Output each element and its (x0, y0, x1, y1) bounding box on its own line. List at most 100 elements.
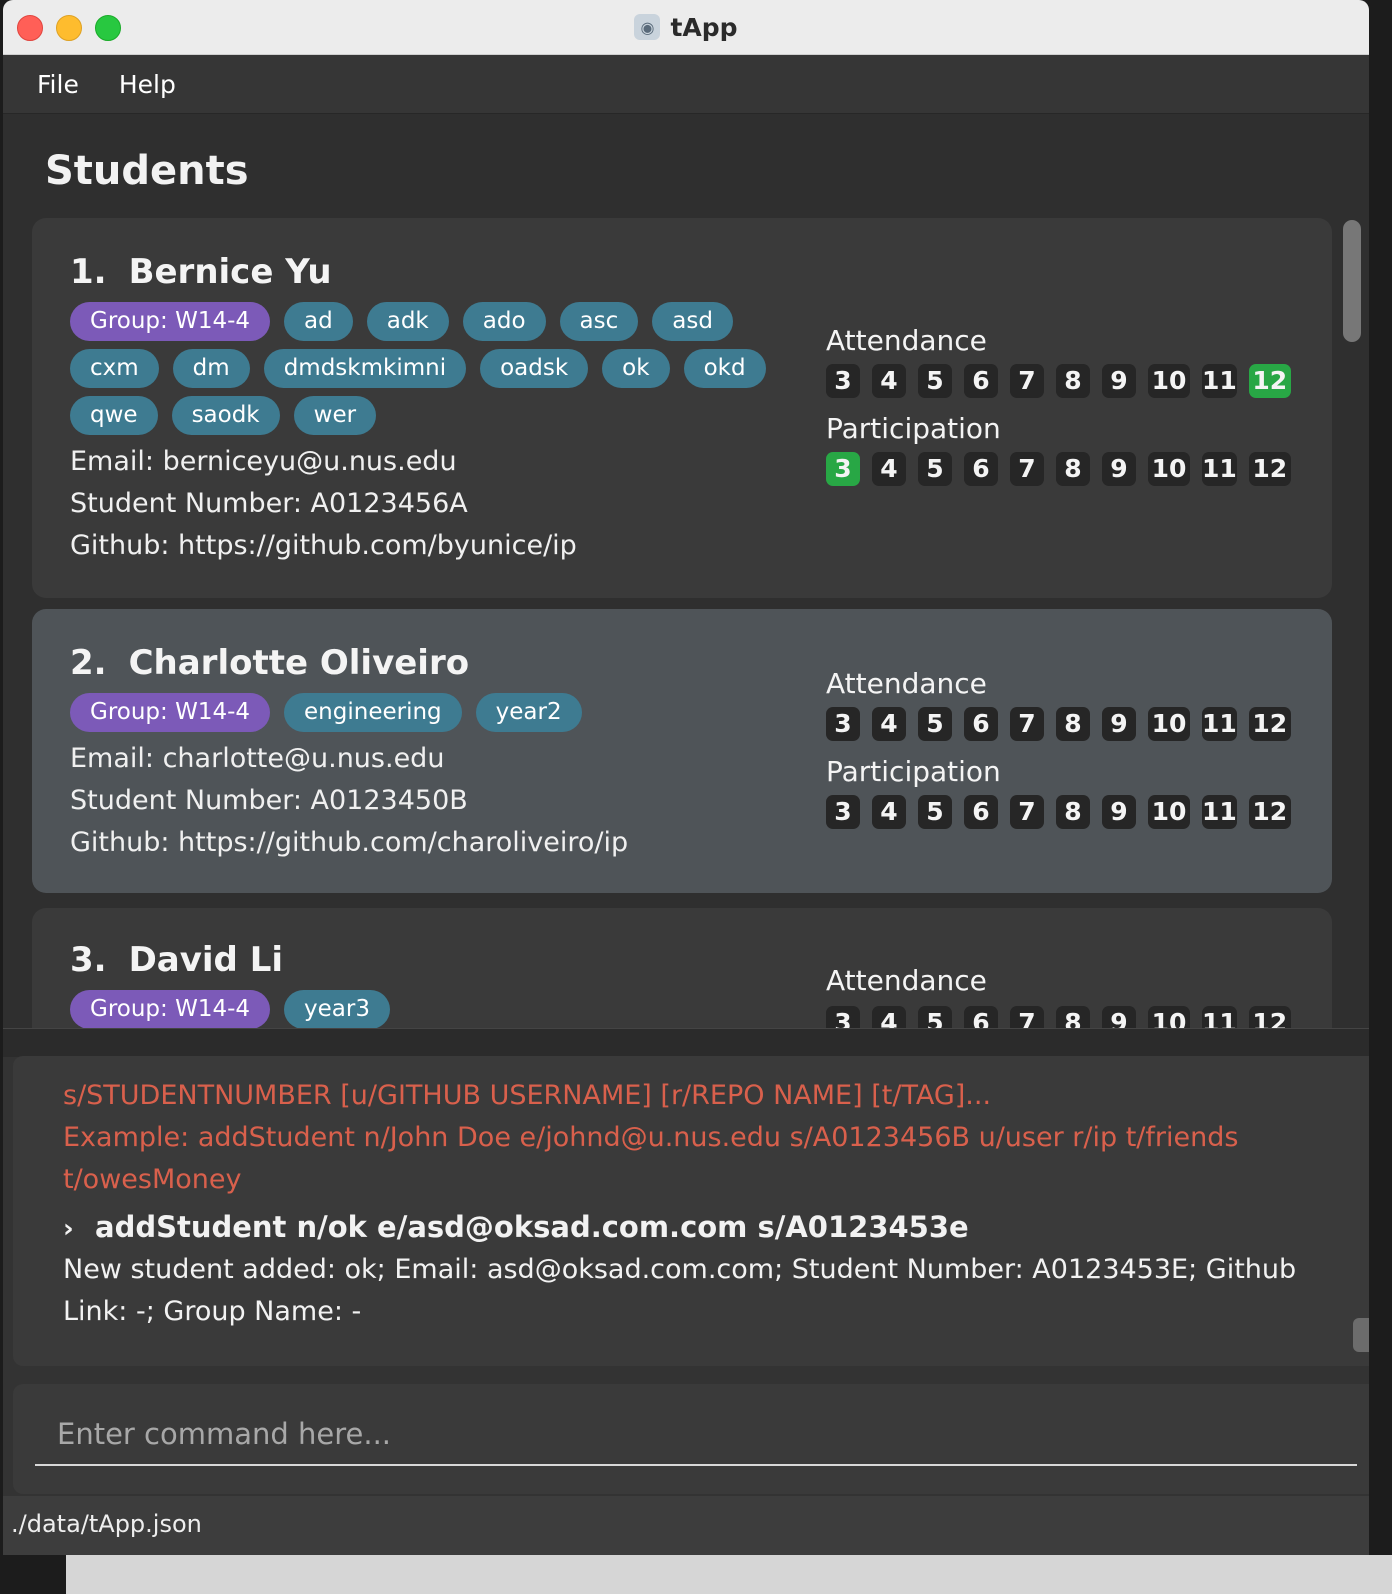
week-box: 3 (826, 795, 860, 829)
panel-divider[interactable] (3, 1028, 1369, 1057)
student-index: 2. (70, 643, 107, 683)
student-number: Student Number: A0123450B (70, 785, 468, 816)
week-box: 6 (964, 707, 998, 741)
title-bar: ◉ tApp (3, 0, 1369, 55)
result-error-line: Example: addStudent n/John Doe e/johnd@u… (63, 1122, 1239, 1153)
week-box: 9 (1102, 707, 1136, 741)
week-box: 5 (918, 452, 952, 486)
student-index: 3. (70, 940, 107, 980)
menu-file[interactable]: File (37, 70, 79, 99)
week-box: 8 (1056, 452, 1090, 486)
week-box: 4 (872, 707, 906, 741)
week-box: 5 (918, 795, 952, 829)
student-card-selected[interactable]: 2. Charlotte Oliveiro Group: W14-4 engine… (32, 609, 1332, 893)
week-box: 6 (964, 364, 998, 398)
attendance-label: Attendance (826, 324, 987, 357)
list-title: Students (45, 148, 249, 194)
week-box: 4 (872, 364, 906, 398)
command-echo: › addStudent n/ok e/asd@oksad.com.com s/A… (63, 1210, 969, 1244)
tag: year2 (475, 693, 582, 732)
week-box: 11 (1202, 1006, 1237, 1028)
status-bar: ./data/tApp.json (3, 1496, 1369, 1555)
group-tag: Group: W14-4 (70, 693, 271, 732)
student-github: Github: https://github.com/charoliveiro/… (70, 827, 629, 858)
week-box: 10 (1148, 1006, 1190, 1028)
participation-label: Participation (826, 412, 1001, 445)
week-box: 9 (1102, 795, 1136, 829)
attendance-weeks: 3 4 5 6 7 8 9 10 11 12 (826, 707, 1291, 741)
student-github: Github: https://github.com/byunice/ip (70, 530, 577, 561)
week-box: 12 (1248, 707, 1291, 741)
week-box: 8 (1056, 795, 1090, 829)
tag: ok (602, 349, 670, 388)
week-box: 5 (918, 1006, 952, 1028)
tag: ad (284, 302, 353, 341)
result-output-line: Link: -; Group Name: - (63, 1296, 362, 1327)
student-name-row: 2. Charlotte Oliveiro (70, 643, 469, 683)
robot-icon: ◉ (634, 14, 661, 40)
student-name-row: 1. Bernice Yu (70, 252, 332, 292)
week-box: 7 (1010, 1006, 1044, 1028)
tag: dm (172, 349, 250, 388)
attendance-weeks: 3 4 5 6 7 8 9 10 11 12 (826, 364, 1291, 398)
week-box: 10 (1148, 364, 1190, 398)
tag: saodk (171, 396, 280, 435)
result-display[interactable]: s/STUDENTNUMBER [u/GITHUB USERNAME] [r/R… (13, 1056, 1369, 1366)
command-box (13, 1384, 1369, 1494)
week-box: 3 (826, 364, 860, 398)
student-card[interactable]: 1. Bernice Yu Group: W14-4 ad adk ado asc… (32, 218, 1332, 598)
list-scrollbar-thumb[interactable] (1343, 220, 1361, 342)
week-box: 8 (1056, 1006, 1090, 1028)
week-box: 6 (964, 795, 998, 829)
group-tag: Group: W14-4 (70, 302, 271, 341)
student-card[interactable]: 3. David Li Group: W14-4 year3 Attendance… (32, 908, 1332, 1028)
participation-label: Participation (826, 755, 1001, 788)
week-box: 9 (1102, 1006, 1136, 1028)
result-error-line: t/owesMoney (63, 1164, 242, 1195)
tag: year3 (284, 990, 390, 1028)
week-box: 7 (1010, 795, 1044, 829)
tag: asd (652, 302, 733, 341)
week-box: 3 (826, 707, 860, 741)
week-box: 6 (964, 452, 998, 486)
attendance-label: Attendance (826, 667, 987, 700)
tag-list: Group: W14-4 year3 (70, 990, 790, 1028)
week-box: 7 (1010, 707, 1044, 741)
student-list-panel[interactable]: Students 1. Bernice Yu Group: W14-4 ad ad… (3, 114, 1369, 1028)
student-name: Bernice Yu (128, 252, 332, 292)
week-box: 11 (1202, 707, 1237, 741)
attendance-label: Attendance (826, 964, 987, 997)
student-name: David Li (128, 940, 284, 980)
student-number: Student Number: A0123456A (70, 488, 468, 519)
week-box: 10 (1148, 452, 1190, 486)
week-box-marked: 3 (826, 452, 860, 486)
week-box: 6 (964, 1006, 998, 1028)
week-box: 3 (826, 1006, 860, 1028)
command-input[interactable] (35, 1404, 1357, 1466)
attendance-weeks: 3 4 5 6 7 8 9 10 11 12 (826, 1006, 1291, 1028)
command-echo-text: addStudent n/ok e/asd@oksad.com.com s/A0… (95, 1210, 969, 1244)
tag: wer (293, 396, 377, 435)
tag-list: Group: W14-4 engineering year2 (70, 693, 790, 732)
menu-bar: File Help (3, 55, 1369, 114)
week-box: 5 (918, 707, 952, 741)
week-box: 11 (1202, 452, 1237, 486)
result-scrollbar-thumb[interactable] (1353, 1318, 1369, 1352)
tag-list: Group: W14-4 ad adk ado asc asd cxm dm d… (70, 302, 790, 435)
student-name-row: 3. David Li (70, 940, 283, 980)
week-box: 7 (1010, 364, 1044, 398)
app-window: ◉ tApp File Help Students 1. Bernice Yu G… (3, 0, 1369, 1555)
week-box: 12 (1248, 795, 1291, 829)
group-tag: Group: W14-4 (70, 990, 271, 1028)
participation-weeks: 3 4 5 6 7 8 9 10 11 12 (826, 452, 1291, 486)
week-box: 7 (1010, 452, 1044, 486)
student-email: Email: charlotte@u.nus.edu (70, 743, 445, 774)
week-box: 11 (1202, 795, 1237, 829)
tag: asc (559, 302, 639, 341)
result-output-line: New student added: ok; Email: asd@oksad.… (63, 1254, 1297, 1285)
menu-help[interactable]: Help (119, 70, 176, 99)
tag: ado (462, 302, 546, 341)
tag: adk (366, 302, 449, 341)
student-name: Charlotte Oliveiro (128, 643, 470, 683)
window-title: tApp (670, 12, 738, 42)
